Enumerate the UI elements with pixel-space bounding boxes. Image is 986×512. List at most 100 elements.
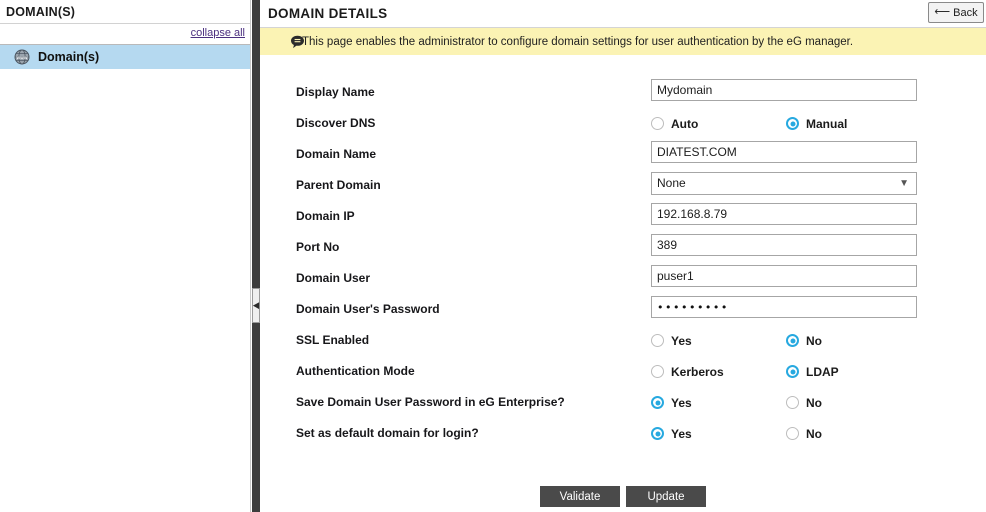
radio-discover-dns-manual[interactable]: Manual [786,108,847,139]
back-button[interactable]: ⟵ Back [928,2,984,23]
tree-item-domains[interactable]: www Domain(s) [0,45,250,69]
main-panel: DOMAIN DETAILS ⟵ Back This page enables … [260,0,986,512]
splitter-collapse-handle[interactable]: ◀ [252,288,260,323]
parent-domain-select[interactable]: None ▼ [651,172,917,195]
radio-group-ssl-enabled: Yes No [651,325,951,356]
form-row-authentication-mode: Authentication Mode Kerberos LDAP [260,356,986,387]
label-authentication-mode: Authentication Mode [296,364,415,378]
validate-button[interactable]: Validate [540,486,620,507]
chevron-down-icon: ▼ [899,178,909,189]
radio-label: No [806,426,822,441]
radio-label: LDAP [806,364,839,379]
page-title: DOMAIN DETAILS [268,6,388,21]
form-row-save-password: Save Domain User Password in eG Enterpri… [260,387,986,418]
radio-group-discover-dns: Auto Manual [651,108,951,139]
radio-indicator [651,117,664,130]
radio-label: Yes [671,395,692,410]
radio-discover-dns-auto[interactable]: Auto [651,108,698,139]
radio-label: No [806,333,822,348]
domain-name-input[interactable] [651,141,917,163]
sidebar-title: DOMAIN(S) [0,0,250,24]
label-port-no: Port No [296,240,340,254]
label-ssl-enabled: SSL Enabled [296,333,370,347]
radio-label: Kerberos [671,364,724,379]
form-row-domain-name: Domain Name [260,139,986,170]
form-row-display-name: Display Name [260,77,986,108]
form-row-default-domain: Set as default domain for login? Yes No [260,418,986,449]
form-row-parent-domain: Parent Domain None ▼ [260,170,986,201]
radio-default-domain-no[interactable]: No [786,418,822,449]
form-row-port-no: Port No [260,232,986,263]
info-banner-text: This page enables the administrator to c… [302,35,854,48]
label-domain-name: Domain Name [296,147,377,161]
label-domain-user: Domain User [296,271,371,285]
page-header: DOMAIN DETAILS ⟵ Back [260,0,986,28]
svg-text:www: www [16,56,28,61]
display-name-input[interactable] [651,79,917,101]
port-no-input[interactable] [651,234,917,256]
label-discover-dns: Discover DNS [296,116,376,130]
radio-indicator [651,427,664,440]
form-button-bar: Validate Update [260,486,986,507]
radio-ssl-enabled-no[interactable]: No [786,325,822,356]
label-domain-ip: Domain IP [296,209,355,223]
form-row-domain-ip: Domain IP [260,201,986,232]
update-button[interactable]: Update [626,486,706,507]
panel-splitter[interactable]: ◀ [252,0,260,512]
comment-icon [290,34,305,49]
radio-group-save-password: Yes No [651,387,951,418]
parent-domain-selected-value: None [657,176,686,190]
radio-label: Manual [806,116,848,131]
label-parent-domain: Parent Domain [296,178,381,192]
form-row-domain-user: Domain User [260,263,986,294]
radio-label: Auto [671,116,699,131]
radio-indicator [651,396,664,409]
field-domain-ip [651,203,917,225]
field-domain-password [651,296,917,318]
application-window: DOMAIN(S) collapse all www Domain(s) ◀ D… [0,0,986,512]
radio-save-password-yes[interactable]: Yes [651,387,692,418]
domain-tree: www Domain(s) [0,45,250,69]
collapse-all-link[interactable]: collapse all [191,27,245,39]
field-domain-name [651,141,917,163]
info-banner: This page enables the administrator to c… [260,28,986,55]
radio-group-authentication-mode: Kerberos LDAP [651,356,951,387]
back-button-label: Back [953,6,978,19]
form-row-ssl-enabled: SSL Enabled Yes No [260,325,986,356]
radio-default-domain-yes[interactable]: Yes [651,418,692,449]
radio-indicator [651,365,664,378]
radio-indicator [786,427,799,440]
radio-auth-mode-ldap[interactable]: LDAP [786,356,839,387]
domain-details-form: Display Name Discover DNS Auto Manual [260,55,986,449]
label-domain-password: Domain User's Password [296,302,440,316]
domain-ip-input[interactable] [651,203,917,225]
label-display-name: Display Name [296,85,375,99]
radio-auth-mode-kerberos[interactable]: Kerberos [651,356,724,387]
domain-password-input[interactable] [651,296,917,318]
radio-save-password-no[interactable]: No [786,387,822,418]
globe-icon: www [14,49,30,65]
radio-group-default-domain: Yes No [651,418,951,449]
radio-indicator [651,334,664,347]
radio-label: Yes [671,333,692,348]
domain-user-input[interactable] [651,265,917,287]
radio-indicator [786,365,799,378]
form-row-discover-dns: Discover DNS Auto Manual [260,108,986,139]
field-parent-domain: None ▼ [651,172,917,195]
radio-label: Yes [671,426,692,441]
tree-item-label: Domain(s) [38,50,100,64]
sidebar-toolbar: collapse all [0,24,250,45]
form-row-domain-password: Domain User's Password [260,294,986,325]
back-arrow-icon: ⟵ [934,6,951,18]
radio-label: No [806,395,822,410]
field-port-no [651,234,917,256]
label-save-password: Save Domain User Password in eG Enterpri… [296,395,565,409]
radio-indicator [786,396,799,409]
radio-indicator [786,334,799,347]
field-domain-user [651,265,917,287]
label-default-domain: Set as default domain for login? [296,426,479,440]
sidebar-panel: DOMAIN(S) collapse all www Domain(s) [0,0,251,512]
radio-ssl-enabled-yes[interactable]: Yes [651,325,692,356]
field-display-name [651,79,917,101]
chevron-left-icon: ◀ [252,300,260,310]
